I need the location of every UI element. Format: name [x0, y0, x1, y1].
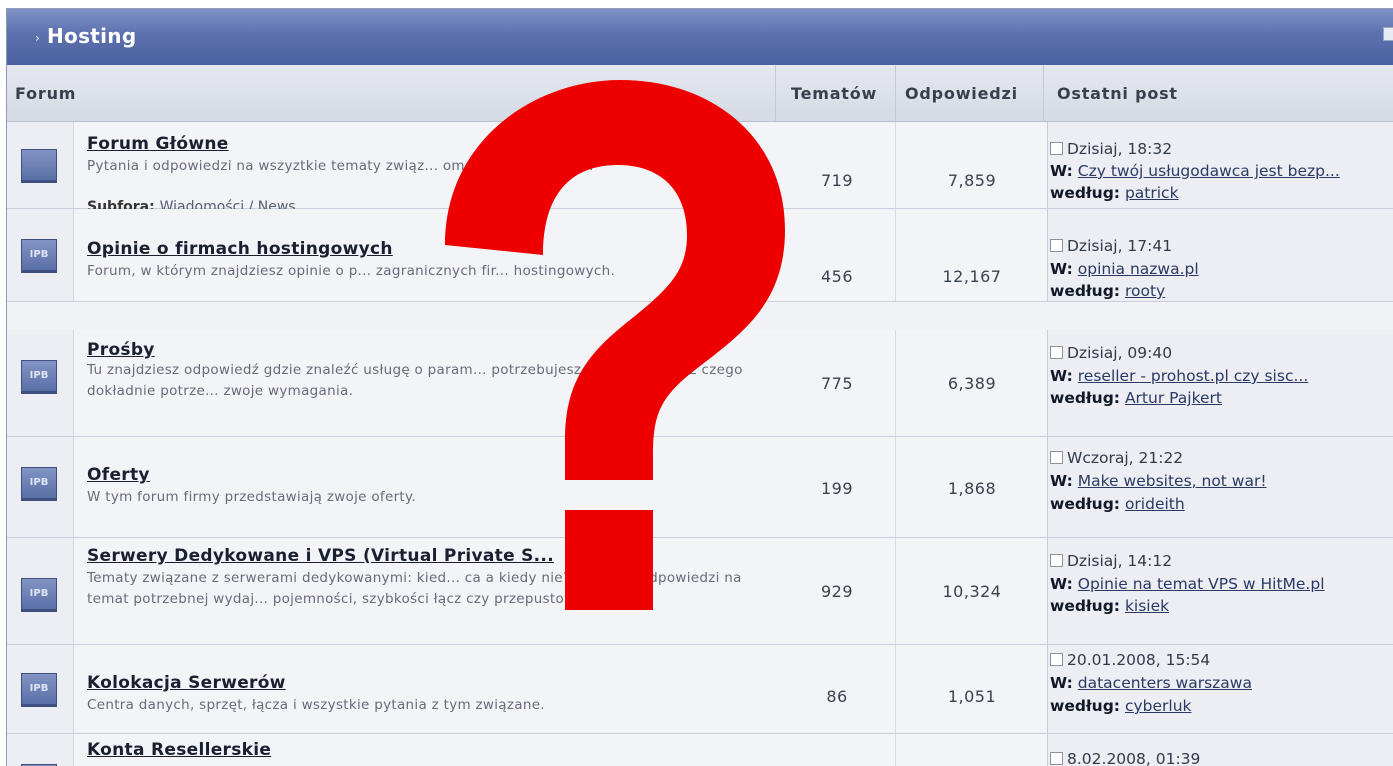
last-post-date: Dzisiaj, 17:41 [1050, 237, 1172, 255]
replies-count: 7,859 [947, 171, 997, 190]
last-post-topic: W: Make websites, not war! [1050, 472, 1267, 490]
author-link[interactable]: patrick [1125, 184, 1179, 202]
last-post-date: Dzisiaj, 14:12 [1050, 552, 1172, 570]
forum-folder-icon [21, 149, 57, 183]
author-link[interactable]: Artur Pajkert [1125, 389, 1222, 407]
last-post-author: według: cyberluk [1050, 697, 1192, 715]
forum-row: IPB Oferty W tym forum firmy przedstawia… [7, 437, 1393, 538]
forum-row: IPB Prośby Tu znajdziesz odpowiedź gdzie… [7, 330, 1393, 437]
last-post-date: Dzisiaj, 09:40 [1050, 344, 1172, 362]
last-post-link[interactable]: reseller - prohost.pl czy sisc... [1078, 367, 1308, 385]
topics-count: 775 [820, 374, 854, 393]
replies-count: 6,389 [947, 374, 997, 393]
forum-description: Pytania i odpowiedzi na wszyztkie tematy… [87, 158, 594, 174]
author-link[interactable]: orideith [1125, 495, 1185, 513]
last-post-date: 8.02.2008, 01:39 [1050, 750, 1200, 766]
replies-count: 1,868 [947, 479, 997, 498]
forum-description: W tym forum firmy przedstawiają zwoje of… [87, 489, 416, 505]
last-post-link[interactable]: Czy twój usługodawca jest bezp... [1078, 162, 1340, 180]
replies-count: 1,051 [947, 687, 997, 706]
topics-count: 929 [820, 582, 854, 601]
topics-count: 199 [820, 479, 854, 498]
author-link[interactable]: kisiek [1125, 597, 1169, 615]
last-post-link[interactable]: opinia nazwa.pl [1078, 260, 1199, 278]
category-header: › Hosting [7, 9, 1393, 65]
forum-folder-icon: IPB [21, 578, 57, 612]
last-post-author: według: patrick [1050, 184, 1179, 202]
category-arrow-icon: › [35, 31, 40, 45]
topics-count: 86 [826, 687, 848, 706]
post-icon [1050, 142, 1063, 155]
forum-row: IPB Konta Resellerskie 8.02.2008, 01:39 [7, 734, 1393, 766]
forum-category: › Hosting Forum Tematów Odpowiedzi Ostat… [6, 8, 1393, 766]
author-link[interactable]: cyberluk [1125, 697, 1192, 715]
forum-folder-icon: IPB [21, 467, 57, 501]
forum-row: Forum Główne Pytania i odpowiedzi na wsz… [7, 122, 1393, 215]
last-post-date: Dzisiaj, 18:32 [1050, 140, 1172, 158]
post-icon [1050, 239, 1063, 252]
last-post-date: Wczoraj, 21:22 [1050, 449, 1183, 467]
post-icon [1050, 752, 1063, 765]
forum-folder-icon: IPB [21, 239, 57, 273]
column-forum: Forum [15, 84, 77, 103]
forum-description: Forum, w którym znajdziesz opinie o p...… [87, 263, 616, 279]
last-post-author: według: rooty [1050, 282, 1166, 300]
forum-name[interactable]: Oferty [87, 465, 150, 485]
last-post-topic: W: reseller - prohost.pl czy sisc... [1050, 367, 1309, 385]
replies-count: 10,324 [942, 582, 1002, 601]
post-icon [1050, 554, 1063, 567]
forum-name[interactable]: Konta Resellerskie [87, 740, 271, 760]
author-link[interactable]: rooty [1125, 282, 1165, 300]
forum-name[interactable]: Kolokacja Serwerów [87, 673, 286, 693]
forum-row: IPB Opinie o firmach hostingowych Forum,… [7, 209, 1393, 302]
last-post-topic: W: Czy twój usługodawca jest bezp... [1050, 162, 1340, 180]
last-post-topic: W: Opinie na temat VPS w HitMe.pl [1050, 575, 1325, 593]
last-post-date: 20.01.2008, 15:54 [1050, 651, 1210, 669]
last-post-author: według: kisiek [1050, 597, 1170, 615]
topics-count: 719 [820, 171, 854, 190]
replies-count: 12,167 [942, 267, 1002, 286]
forum-row: IPB Kolokacja Serwerów Centra danych, sp… [7, 645, 1393, 734]
last-post-author: według: orideith [1050, 495, 1185, 513]
forum-description: Tematy związane z serwerami dedykowanymi… [87, 570, 742, 607]
post-icon [1050, 451, 1063, 464]
category-title[interactable]: Hosting [47, 24, 136, 48]
last-post-topic: W: opinia nazwa.pl [1050, 260, 1199, 278]
last-post-topic: W: datacenters warszawa [1050, 674, 1252, 692]
forum-folder-icon: IPB [21, 360, 57, 394]
forum-row: IPB Serwery Dedykowane i VPS (Virtual Pr… [7, 538, 1393, 645]
column-topics: Tematów [791, 84, 878, 103]
collapse-icon[interactable] [1383, 27, 1393, 41]
forum-name[interactable]: Prośby [87, 340, 155, 360]
post-icon [1050, 653, 1063, 666]
last-post-link[interactable]: datacenters warszawa [1078, 674, 1252, 692]
forum-description: Tu znajdziesz odpowiedź gdzie znaleźć us… [87, 362, 743, 399]
last-post-link[interactable]: Make websites, not war! [1078, 472, 1267, 490]
last-post-link[interactable]: Opinie na temat VPS w HitMe.pl [1078, 575, 1325, 593]
column-replies: Odpowiedzi [905, 84, 1018, 103]
forum-description: Centra danych, sprzęt, łącza i wszystkie… [87, 697, 545, 713]
forum-folder-icon: IPB [21, 673, 57, 707]
forum-name[interactable]: Serwery Dedykowane i VPS (Virtual Privat… [87, 546, 554, 566]
last-post-author: według: Artur Pajkert [1050, 389, 1222, 407]
column-headers: Forum Tematów Odpowiedzi Ostatni post [7, 65, 1393, 122]
forum-name[interactable]: Forum Główne [87, 134, 229, 154]
post-icon [1050, 346, 1063, 359]
forum-name[interactable]: Opinie o firmach hostingowych [87, 239, 393, 259]
column-last-post: Ostatni post [1057, 84, 1178, 103]
topics-count: 456 [820, 267, 854, 286]
